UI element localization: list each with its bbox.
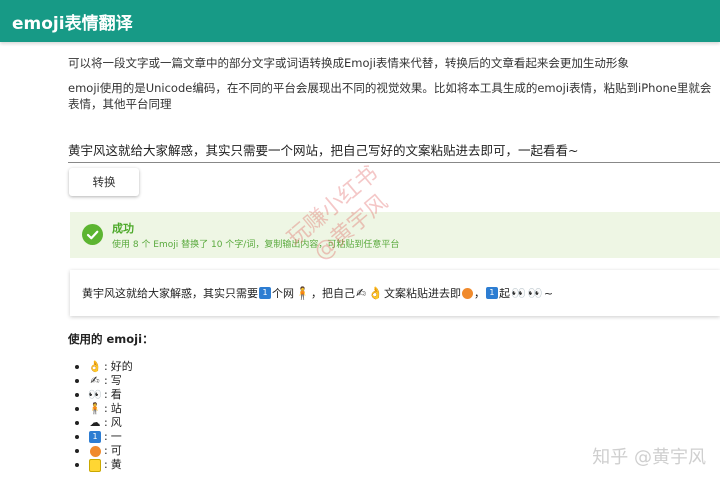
ok-hand-icon: 👌 [88, 360, 102, 373]
emoji-word: 好的 [110, 360, 133, 373]
wind-cloud-icon: ☁ [89, 416, 101, 429]
result-segment: 黄宇风这就给大家解惑，其实只需要 [82, 287, 258, 300]
footer-watermark: 知乎 @黄宇风 [592, 447, 706, 468]
intro-text-2: emoji使用的是Unicode编码，在不同的平台会展现出不同的视觉效果。比如将… [68, 81, 712, 111]
success-title: 成功 [112, 222, 134, 235]
person-standing-icon: 🧍 [295, 286, 310, 300]
list-item: ☁: 风 [75, 416, 133, 430]
emoji-word: 站 [110, 402, 122, 415]
convert-button[interactable]: 转换 [69, 168, 139, 196]
emoji-word: 黄 [110, 458, 122, 471]
eyes-icon: 👀 [510, 286, 526, 300]
eyes-icon: 👀 [527, 286, 543, 300]
writing-hand-icon: ✍ [355, 286, 367, 300]
result-segment: ， [473, 287, 485, 300]
person-standing-icon: 🧍 [88, 402, 102, 415]
list-item: 👌: 好的 [75, 360, 133, 373]
writing-hand-icon: ✍ [90, 374, 100, 387]
intro-text-1: 可以将一段文字或一篇文章中的部分文字或词语转换成Emoji表情来代替，转换后的文… [68, 56, 629, 70]
keycap-one-icon: 1 [485, 287, 498, 299]
ok-hand-icon: 👌 [368, 286, 383, 300]
list-item: 👀: 看 [75, 388, 133, 402]
keycap-one-icon: 1 [259, 287, 271, 299]
used-emoji-list: 👌: 好的 ✍: 写 👀: 看 🧍: 站 ☁: 风 1:一 :可 :黄 [75, 360, 133, 472]
list-item: :可 [75, 444, 133, 458]
success-alert: 成功 使用 8 个 Emoji 替换了 10 个字/词，复制输出内容，可粘贴到任… [70, 212, 720, 258]
list-item: 1:一 [75, 430, 133, 444]
app-header: emoji表情翻译 [0, 0, 720, 42]
emoji-word: 一 [110, 430, 122, 443]
success-message: 使用 8 个 Emoji 替换了 10 个字/词，复制输出内容，可粘贴到任意平台 [112, 240, 400, 250]
yellow-square-icon [88, 458, 102, 472]
result-segment: 起 [498, 287, 510, 300]
emoji-word: 风 [110, 416, 122, 429]
input-value[interactable]: 黄宇风这就给大家解惑，其实只需要一个网站，把自己写好的文案粘贴进去即可，一起看看… [68, 140, 578, 159]
emoji-word: 看 [110, 388, 122, 401]
result-output[interactable]: 黄宇风这就给大家解惑，其实只需要 1 个网 🧍 ，把自己 ✍ 👌 文案粘贴进去即… [70, 270, 720, 316]
emoji-word: 可 [110, 444, 122, 457]
list-item: :黄 [75, 458, 133, 472]
ok-button-icon [88, 445, 102, 457]
result-segment: ，把自己 [310, 287, 355, 300]
result-segment: 个网 [272, 287, 294, 300]
list-item: ✍: 写 [75, 374, 133, 388]
emoji-word: 写 [110, 374, 122, 387]
list-item: 🧍: 站 [75, 402, 133, 416]
app-title: emoji表情翻译 [12, 14, 133, 34]
keycap-one-icon: 1 [88, 431, 102, 443]
used-emoji-heading: 使用的 emoji： [68, 332, 154, 346]
result-segment: ~ [543, 286, 554, 300]
text-input[interactable]: 黄宇风这就给大家解惑，其实只需要一个网站，把自己写好的文案粘贴进去即可，一起看看… [68, 134, 720, 163]
ok-button-icon [461, 287, 473, 299]
result-segment: 文案粘贴进去即 [383, 287, 461, 300]
eyes-icon: 👀 [88, 388, 102, 401]
check-circle-icon [82, 224, 103, 245]
result-text[interactable]: 黄宇风这就给大家解惑，其实只需要 1 个网 🧍 ，把自己 ✍ 👌 文案粘贴进去即… [82, 285, 553, 301]
